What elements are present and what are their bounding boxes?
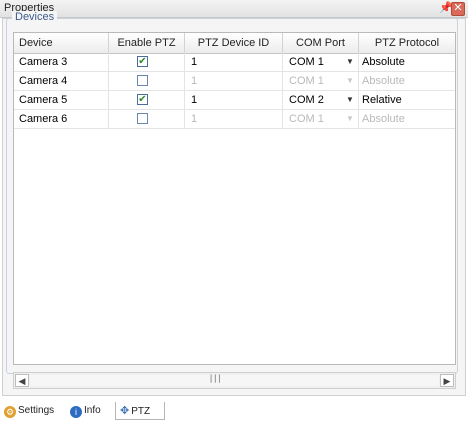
com-port-value: COM 2	[289, 94, 324, 106]
column-header-ptz-protocol[interactable]: PTZ Protocol	[359, 33, 455, 53]
com-port-dropdown[interactable]: COM 2 ▼	[283, 91, 359, 109]
tab-settings[interactable]: ⚙ Settings	[4, 402, 66, 420]
title-bar: Properties 📌 ✕	[0, 0, 468, 18]
enable-ptz-checkbox[interactable]: ✔	[137, 56, 148, 67]
tab-label: PTZ	[131, 406, 151, 417]
column-header-com-port[interactable]: COM Port	[283, 33, 359, 53]
tab-strip: ⚙ Settings i Info ✥ PTZ	[0, 398, 468, 424]
table-row[interactable]: Camera 6 1 COM 1 ▼ Absolute	[14, 110, 455, 129]
tab-info[interactable]: i Info	[70, 402, 114, 420]
ptz-devices-grid: Device Enable PTZ PTZ Device ID COM Port…	[13, 32, 456, 365]
com-port-dropdown: COM 1 ▼	[283, 110, 359, 128]
com-port-dropdown[interactable]: COM 1 ▼	[283, 53, 359, 71]
info-icon: i	[70, 406, 82, 418]
column-header-ptz-device-id[interactable]: PTZ Device ID	[185, 33, 283, 53]
ptz-device-id-cell[interactable]: 1	[185, 53, 283, 71]
enable-ptz-cell: ✔	[109, 53, 185, 71]
device-name-cell: Camera 4	[14, 72, 109, 90]
enable-ptz-checkbox[interactable]	[137, 75, 148, 86]
chevron-down-icon: ▼	[346, 114, 354, 123]
enable-ptz-checkbox[interactable]	[137, 113, 148, 124]
device-name-cell: Camera 6	[14, 110, 109, 128]
scroll-left-icon[interactable]: ◀	[15, 374, 29, 387]
pin-icon[interactable]: 📌	[439, 2, 453, 14]
enable-ptz-cell	[109, 110, 185, 128]
tab-label: Info	[84, 405, 101, 416]
com-port-value: COM 1	[289, 56, 324, 68]
table-row[interactable]: Camera 3 ✔ 1 COM 1 ▼ Absolute	[14, 53, 455, 72]
ptz-protocol-cell[interactable]: Absolute	[359, 53, 455, 71]
devices-group-label: Devices	[12, 11, 58, 23]
tab-ptz[interactable]: ✥ PTZ	[115, 402, 165, 420]
grid-header: Device Enable PTZ PTZ Device ID COM Port…	[14, 33, 455, 54]
column-header-device[interactable]: Device	[14, 33, 109, 53]
enable-ptz-cell: ✔	[109, 91, 185, 109]
ptz-protocol-cell: Absolute	[362, 113, 405, 125]
ptz-device-id-cell[interactable]: 1	[185, 91, 283, 109]
ptz-protocol-cell[interactable]: Relative	[359, 91, 455, 109]
com-port-value: COM 1	[289, 113, 324, 125]
ptz-protocol-cell: Absolute	[362, 75, 405, 87]
enable-ptz-cell	[109, 72, 185, 90]
device-name-cell: Camera 3	[14, 53, 109, 71]
ptz-icon: ✥	[120, 405, 130, 417]
enable-ptz-checkbox[interactable]: ✔	[137, 94, 148, 105]
com-port-value: COM 1	[289, 75, 324, 87]
ptz-device-id-cell: 1	[185, 72, 283, 90]
settings-icon: ⚙	[4, 406, 16, 418]
horizontal-scrollbar[interactable]: ◀ ┃┃┃ ▶	[13, 372, 456, 389]
column-header-enable-ptz[interactable]: Enable PTZ	[109, 33, 185, 53]
table-row[interactable]: Camera 5 ✔ 1 COM 2 ▼ Relative	[14, 91, 455, 110]
chevron-down-icon[interactable]: ▼	[344, 56, 356, 68]
grip-icon: ┃┃┃	[209, 376, 222, 383]
chevron-down-icon[interactable]: ▼	[344, 94, 356, 106]
close-icon[interactable]: ✕	[451, 2, 465, 16]
com-port-dropdown: COM 1 ▼	[283, 72, 359, 90]
device-name-cell: Camera 5	[14, 91, 109, 109]
tab-label: Settings	[18, 405, 55, 416]
table-row[interactable]: Camera 4 1 COM 1 ▼ Absolute	[14, 72, 455, 91]
scrollbar-thumb[interactable]	[30, 375, 439, 386]
scroll-right-icon[interactable]: ▶	[440, 374, 454, 387]
ptz-device-id-cell: 1	[185, 110, 283, 128]
chevron-down-icon: ▼	[346, 76, 354, 85]
